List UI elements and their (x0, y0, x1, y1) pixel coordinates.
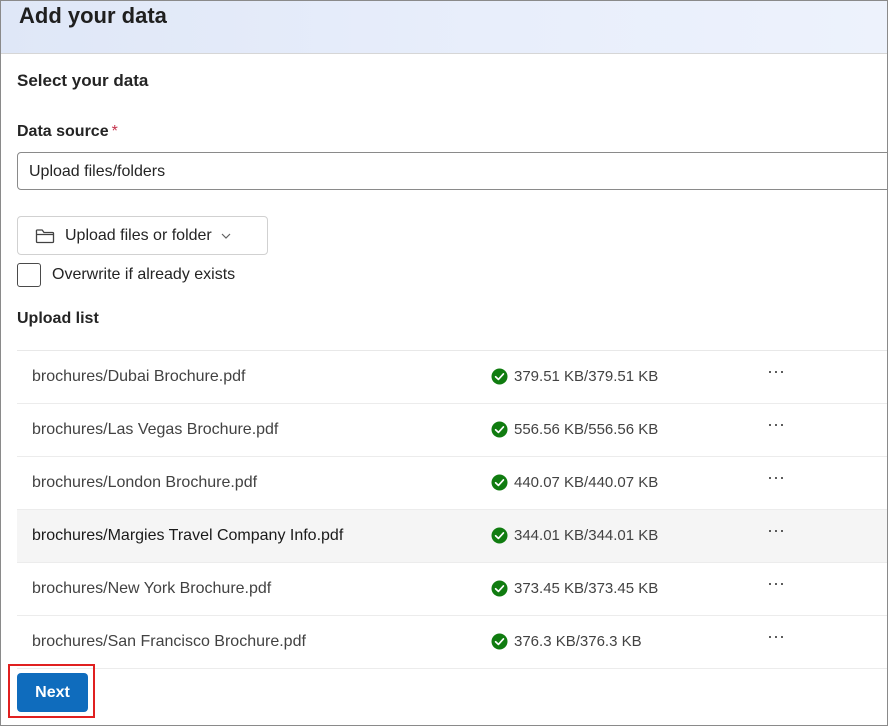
more-options-icon[interactable]: ··· (767, 361, 787, 385)
required-marker: * (111, 123, 118, 140)
list-item: brochures/London Brochure.pdf 440.07 KB/… (17, 457, 887, 510)
upload-status: 376.3 KB/376.3 KB (491, 633, 642, 650)
file-name: brochures/London Brochure.pdf (32, 474, 258, 491)
data-source-label: Data source * (17, 123, 118, 141)
list-item: brochures/San Francisco Brochure.pdf 376… (17, 616, 887, 669)
upload-status: 379.51 KB/379.51 KB (491, 368, 658, 385)
upload-size: 344.01 KB/344.01 KB (514, 527, 659, 544)
section-title: Select your data (17, 71, 149, 90)
upload-files-button[interactable]: Upload files or folder (17, 216, 268, 255)
overwrite-option: Overwrite if already exists (17, 263, 235, 287)
list-item: brochures/Las Vegas Brochure.pdf 556.56 … (17, 404, 887, 457)
panel-title: Add your data (19, 3, 167, 28)
folder-icon (35, 228, 55, 244)
add-data-panel: Add your data Select your data Data sour… (0, 0, 888, 726)
overwrite-checkbox[interactable] (17, 263, 41, 287)
check-circle-icon (491, 368, 508, 385)
chevron-down-icon (221, 233, 231, 239)
more-options-icon[interactable]: ··· (767, 520, 787, 544)
panel-header: Add your data (1, 1, 887, 54)
next-button[interactable]: Next (17, 673, 88, 712)
check-circle-icon (491, 421, 508, 438)
file-name: brochures/Las Vegas Brochure.pdf (32, 421, 279, 438)
upload-size: 376.3 KB/376.3 KB (514, 633, 642, 650)
more-options-icon[interactable]: ··· (767, 467, 787, 491)
list-item: brochures/New York Brochure.pdf 373.45 K… (17, 563, 887, 616)
check-circle-icon (491, 474, 508, 491)
upload-size: 440.07 KB/440.07 KB (514, 474, 659, 491)
more-options-icon[interactable]: ··· (767, 626, 787, 650)
list-item: brochures/Margies Travel Company Info.pd… (17, 510, 887, 563)
upload-size: 373.45 KB/373.45 KB (514, 580, 659, 597)
upload-size: 556.56 KB/556.56 KB (514, 421, 659, 438)
data-source-select[interactable]: Upload files/folders (17, 152, 887, 190)
check-circle-icon (491, 580, 508, 597)
data-source-label-text: Data source (17, 123, 109, 140)
upload-status: 440.07 KB/440.07 KB (491, 474, 658, 491)
overwrite-label: Overwrite if already exists (52, 266, 236, 283)
upload-size: 379.51 KB/379.51 KB (514, 368, 659, 385)
more-options-icon[interactable]: ··· (767, 573, 787, 597)
file-name: brochures/Dubai Brochure.pdf (32, 368, 246, 385)
list-item: brochures/Dubai Brochure.pdf 379.51 KB/3… (17, 351, 887, 404)
upload-status: 373.45 KB/373.45 KB (491, 580, 658, 597)
more-options-icon[interactable]: ··· (767, 414, 787, 438)
upload-list: brochures/Dubai Brochure.pdf 379.51 KB/3… (17, 350, 887, 669)
file-name: brochures/Margies Travel Company Info.pd… (32, 527, 344, 544)
upload-status: 556.56 KB/556.56 KB (491, 421, 658, 438)
upload-status: 344.01 KB/344.01 KB (491, 527, 658, 544)
upload-list-title: Upload list (17, 310, 99, 327)
file-name: brochures/New York Brochure.pdf (32, 580, 272, 597)
upload-button-label: Upload files or folder (65, 226, 212, 244)
check-circle-icon (491, 527, 508, 544)
check-circle-icon (491, 633, 508, 650)
file-name: brochures/San Francisco Brochure.pdf (32, 633, 306, 650)
